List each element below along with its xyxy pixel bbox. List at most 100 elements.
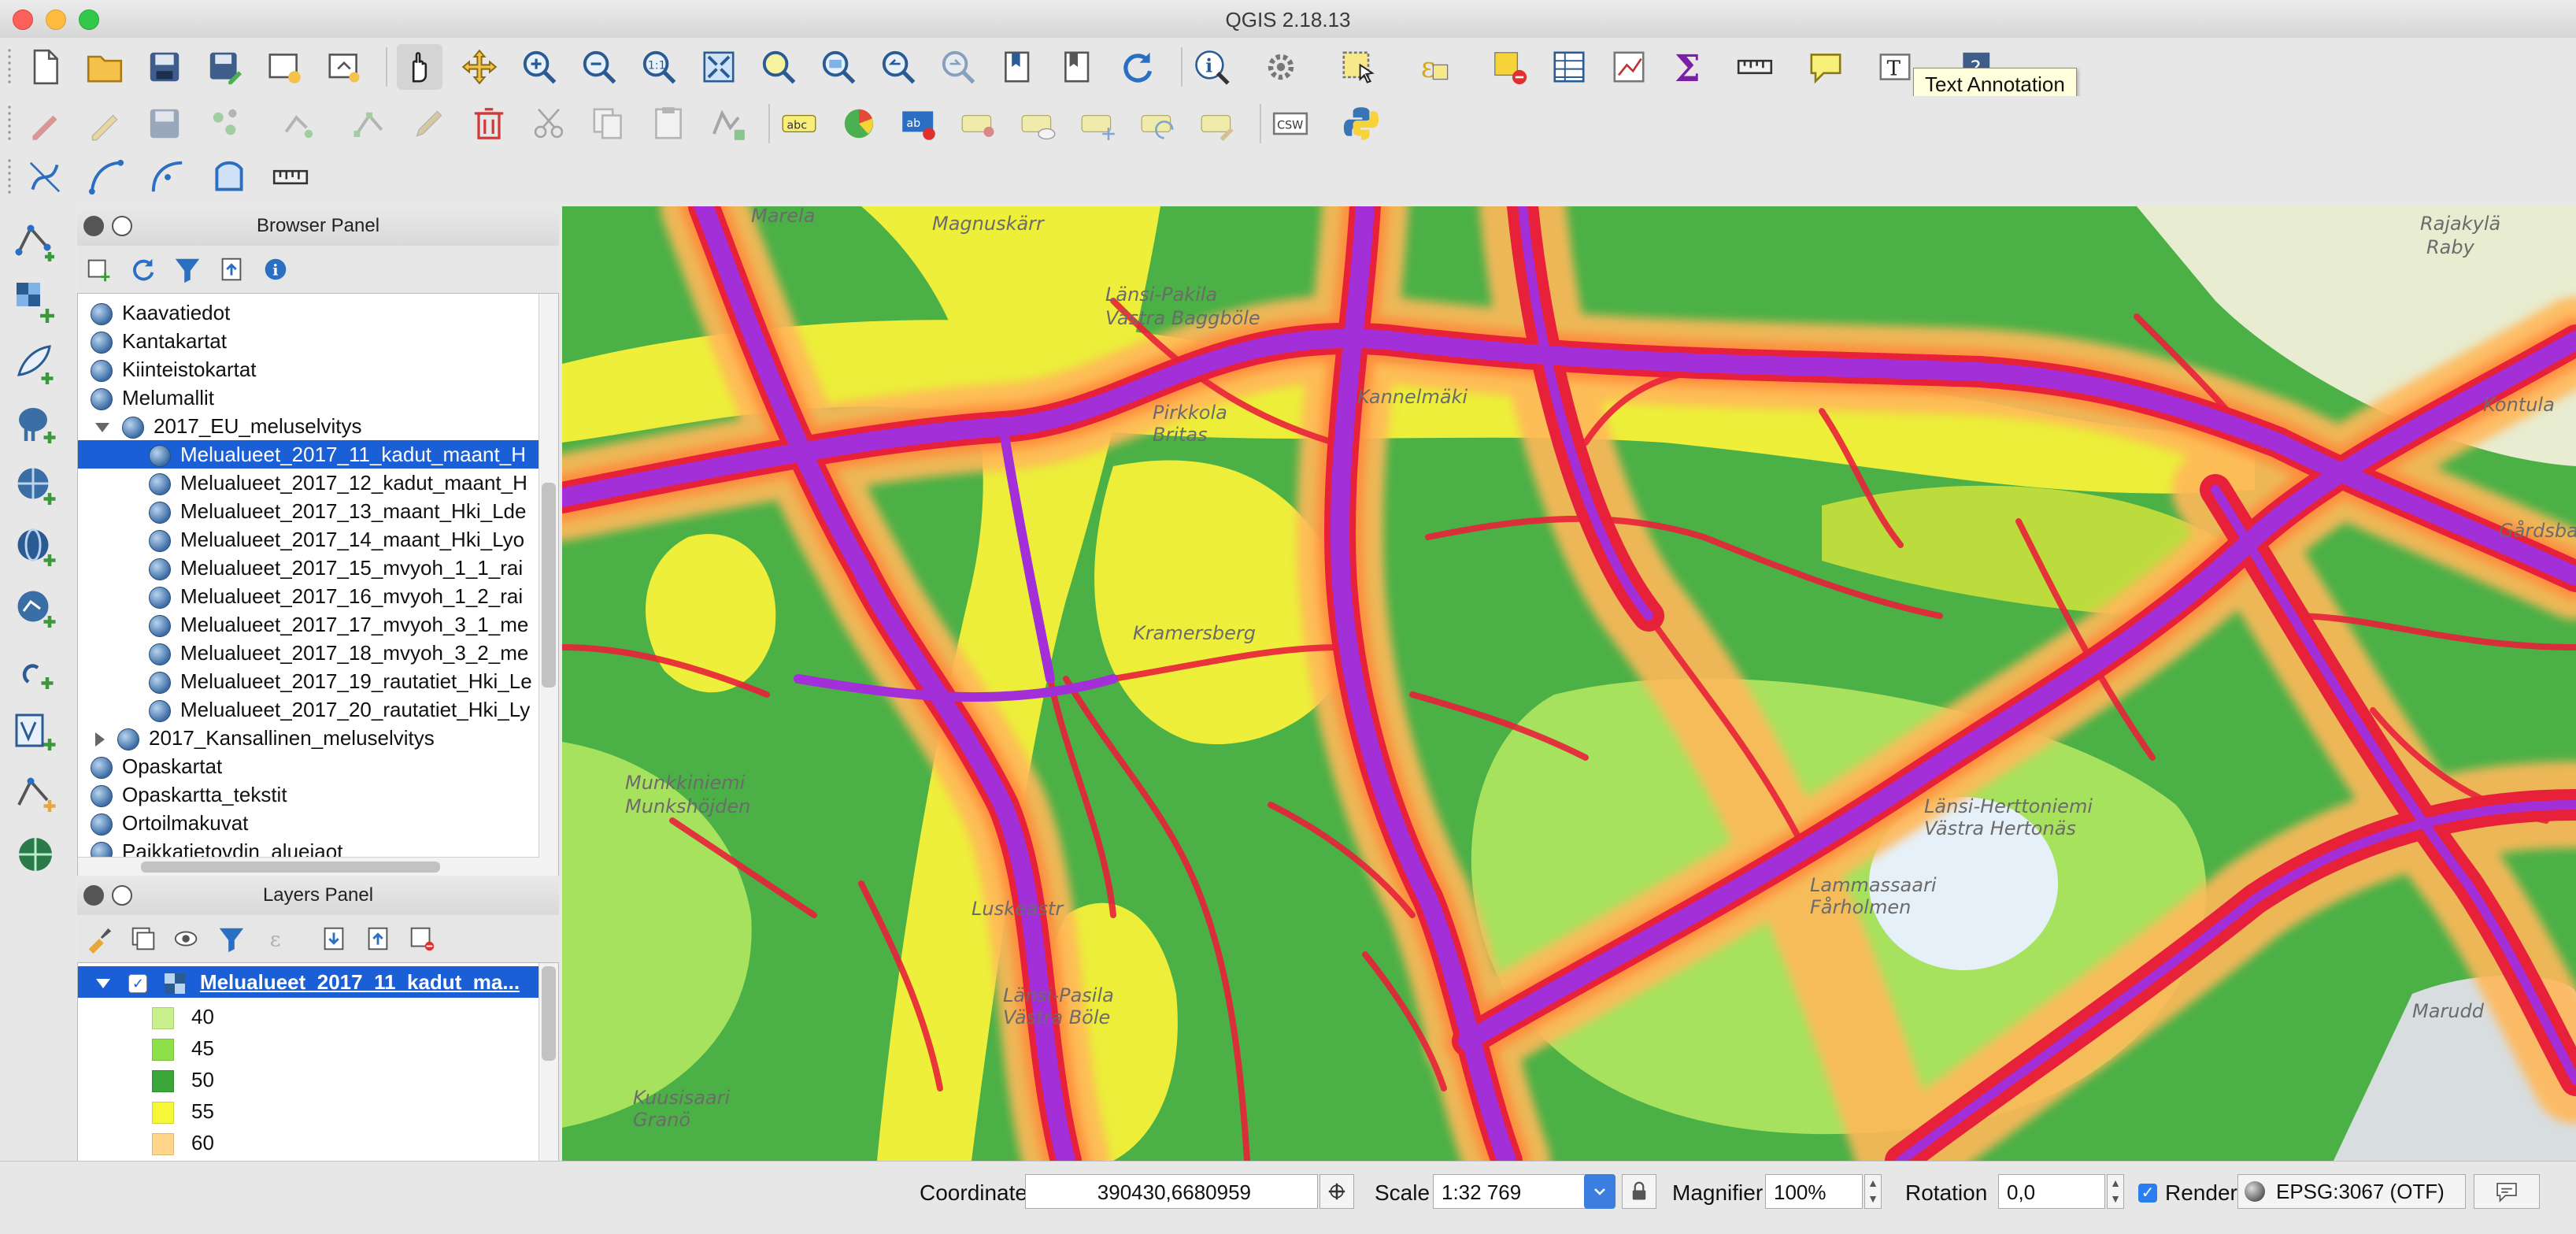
magnifier-field[interactable]: 100% xyxy=(1765,1174,1863,1209)
coordinate-field[interactable]: 390430,6680959 xyxy=(1025,1174,1318,1209)
map-tips-icon[interactable] xyxy=(1803,44,1849,90)
browser-item[interactable]: Kaavatiedot xyxy=(78,298,558,327)
current-edits-icon[interactable] xyxy=(22,101,68,146)
new-bookmark-icon[interactable] xyxy=(995,44,1041,90)
open-attribute-table-icon[interactable] xyxy=(1546,44,1592,90)
close-panel-icon[interactable] xyxy=(83,885,104,906)
text-annotation-icon[interactable]: T xyxy=(1872,44,1918,90)
layer-visibility-checkbox[interactable]: ✓ xyxy=(128,974,148,994)
deselect-all-icon[interactable] xyxy=(1486,44,1532,90)
browser-item[interactable]: Melualueet_2017_13_maant_Hki_Lde xyxy=(78,497,558,525)
zoom-out-icon[interactable] xyxy=(576,44,622,90)
add-raster-layer-icon[interactable] xyxy=(8,274,63,329)
change-label-icon[interactable] xyxy=(1195,101,1241,146)
new-shapefile-layer-icon[interactable] xyxy=(8,765,63,821)
float-panel-icon[interactable] xyxy=(112,885,132,906)
add-circular-string-icon[interactable] xyxy=(83,154,129,200)
add-wcs-layer-icon[interactable] xyxy=(8,520,63,575)
run-feature-action-icon[interactable] xyxy=(1258,44,1304,90)
new-print-composer-icon[interactable] xyxy=(261,44,307,90)
open-project-icon[interactable] xyxy=(82,44,128,90)
browser-item[interactable]: Opaskartat xyxy=(78,752,558,780)
browser-item[interactable]: Melualueet_2017_16_mvyoh_1_2_rai xyxy=(78,582,558,610)
browser-properties-icon[interactable]: i xyxy=(258,252,293,287)
highlight-pinned-labels-icon[interactable]: ab xyxy=(896,101,942,146)
save-layer-edits-icon[interactable] xyxy=(142,101,187,146)
browser-item[interactable]: Melualueet_2017_17_mvyoh_3_1_me xyxy=(78,610,558,639)
cut-features-icon[interactable] xyxy=(526,101,572,146)
filter-legend-icon[interactable] xyxy=(214,921,249,956)
identify-features-icon[interactable]: i xyxy=(1189,44,1234,90)
layer-labeling-options-icon[interactable]: abc xyxy=(776,101,822,146)
add-circular-string-radius-icon[interactable] xyxy=(145,154,191,200)
pan-map-icon[interactable] xyxy=(397,44,442,90)
browser-item-selected[interactable]: Melualueet_2017_11_kadut_maant_H xyxy=(78,440,558,469)
digitize-icon[interactable] xyxy=(705,101,751,146)
zoom-to-selection-icon[interactable] xyxy=(756,44,801,90)
browser-item[interactable]: Melualueet_2017_18_mvyoh_3_2_me xyxy=(78,639,558,667)
add-delimited-text-layer-icon[interactable] xyxy=(8,643,63,698)
add-virtual-layer-icon[interactable] xyxy=(8,704,63,759)
browser-item[interactable]: Opaskartta_tekstit xyxy=(78,780,558,809)
rotate-label-icon[interactable] xyxy=(1135,101,1181,146)
layers-scrollbar[interactable] xyxy=(539,963,558,1162)
collapse-arrow-icon[interactable] xyxy=(95,423,109,433)
browser-item[interactable]: 2017_EU_meluselvitys xyxy=(78,412,558,440)
add-wfs-layer-icon[interactable] xyxy=(8,581,63,636)
pan-to-selection-icon[interactable] xyxy=(457,44,502,90)
add-wms-layer-icon[interactable] xyxy=(8,458,63,513)
move-feature-icon[interactable] xyxy=(276,101,321,146)
magnifier-spinner[interactable]: ▲ ▼ xyxy=(1864,1174,1882,1209)
collapse-all-layers-icon[interactable] xyxy=(361,921,395,956)
refresh-icon[interactable] xyxy=(1115,44,1160,90)
collapse-all-icon[interactable] xyxy=(214,252,249,287)
browser-item[interactable]: Melumallit xyxy=(78,384,558,412)
layer-diagram-options-icon[interactable] xyxy=(836,101,882,146)
browser-item[interactable]: Melualueet_2017_14_maant_Hki_Lyo xyxy=(78,525,558,554)
add-feature-icon[interactable] xyxy=(202,101,247,146)
toggle-editing-icon[interactable] xyxy=(82,101,128,146)
messages-icon[interactable] xyxy=(2474,1174,2540,1209)
manage-map-themes-icon[interactable] xyxy=(170,921,205,956)
add-postgis-layer-icon[interactable] xyxy=(8,397,63,452)
browser-item[interactable]: Melualueet_2017_19_rautatiet_Hki_Le xyxy=(78,667,558,695)
scale-combobox[interactable]: 1:32 769 xyxy=(1433,1174,1590,1209)
map-canvas[interactable]: Rajakylä Raby Marela Magnuskärr Länsi-Pakila… xyxy=(562,206,2576,1161)
save-as-icon[interactable] xyxy=(202,44,247,90)
zoom-native-resolution-icon[interactable]: 1:1 xyxy=(636,44,682,90)
edit-pencil-icon[interactable] xyxy=(406,101,452,146)
float-panel-icon[interactable] xyxy=(112,216,132,236)
filter-by-expression-icon[interactable]: ε xyxy=(263,921,298,956)
zoom-in-icon[interactable] xyxy=(516,44,562,90)
crs-button[interactable]: EPSG:3067 (OTF) xyxy=(2237,1174,2466,1209)
copy-features-icon[interactable] xyxy=(586,101,631,146)
browser-item[interactable]: Ortoilmakuvat xyxy=(78,809,558,837)
sum-icon[interactable]: Σ xyxy=(1666,44,1712,90)
browser-item[interactable]: Kantakartat xyxy=(78,327,558,355)
noise-map[interactable]: RajakyläRaby Marela Magnuskärr Länsi-Pakila… xyxy=(562,206,2576,1161)
csw-icon[interactable]: CSW xyxy=(1268,101,1313,146)
browser-item[interactable]: Melualueet_2017_15_mvyoh_1_1_rai xyxy=(78,554,558,582)
add-curve-polygon-icon[interactable] xyxy=(206,154,252,200)
layer-row-selected[interactable]: ✓ Melualueet_2017_11_kadut_ma... xyxy=(78,966,558,998)
browser-scrollbar[interactable] xyxy=(539,294,558,876)
add-spatialite-layer-icon[interactable] xyxy=(8,335,63,391)
rotation-field[interactable]: 0,0 xyxy=(1998,1174,2105,1209)
add-vector-layer-icon[interactable] xyxy=(8,213,63,268)
select-by-expression-icon[interactable]: ε xyxy=(1412,44,1458,90)
zoom-full-icon[interactable] xyxy=(696,44,742,90)
browser-item[interactable]: 2017_Kansallinen_meluselvitys xyxy=(78,724,558,752)
zoom-to-layer-icon[interactable] xyxy=(816,44,861,90)
scale-dropdown-icon[interactable] xyxy=(1584,1174,1616,1209)
expand-arrow-icon[interactable] xyxy=(95,732,105,747)
zoom-next-icon[interactable] xyxy=(935,44,981,90)
browser-item[interactable]: Melualueet_2017_20_rautatiet_Hki_Ly xyxy=(78,695,558,724)
browser-item[interactable]: Melualueet_2017_12_kadut_maant_H xyxy=(78,469,558,497)
add-selected-layers-icon[interactable] xyxy=(82,252,117,287)
remove-layer-icon[interactable] xyxy=(405,921,439,956)
python-console-icon[interactable] xyxy=(1338,101,1384,146)
toggle-extents-icon[interactable] xyxy=(1319,1174,1354,1209)
browser-item[interactable]: Kiinteistokartat xyxy=(78,355,558,384)
expand-all-icon[interactable] xyxy=(316,921,351,956)
composer-manager-icon[interactable] xyxy=(321,44,367,90)
